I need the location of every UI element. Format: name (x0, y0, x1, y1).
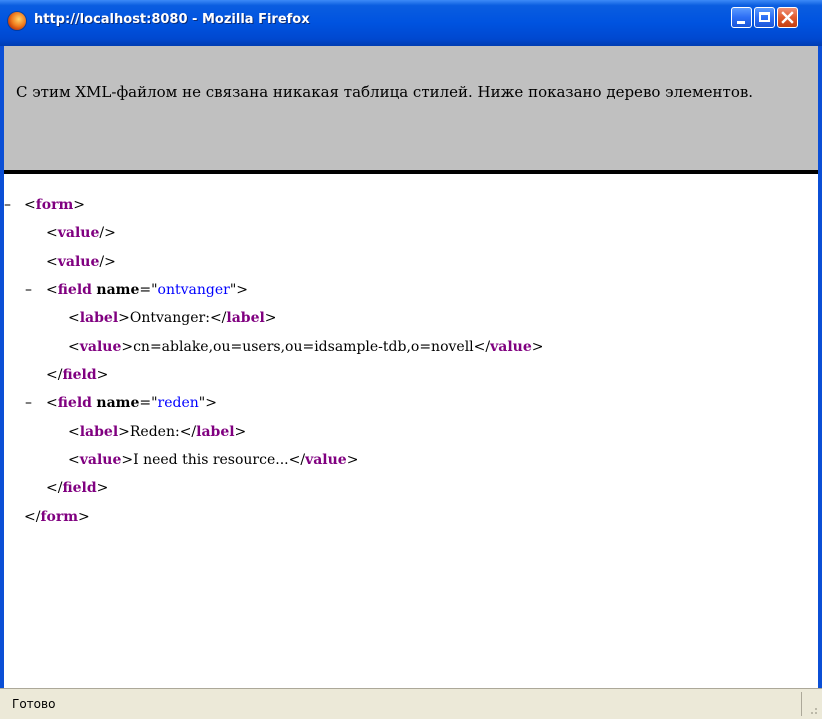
tag-name: value (57, 225, 100, 241)
node-text: Ontvanger: (129, 310, 210, 326)
status-bar: Готово (0, 688, 822, 719)
tag-name: value (57, 254, 100, 270)
xml-info-message: С этим XML-файлом не связана никакая таб… (16, 83, 754, 101)
xml-node-value: <value/> (46, 254, 116, 270)
minimize-icon (737, 21, 745, 24)
tag-name: value (79, 452, 122, 468)
tag-name: value (305, 452, 347, 468)
browser-window: http://localhost:8080 - Mozilla Firefox … (0, 0, 822, 719)
resize-grip-icon[interactable] (806, 703, 818, 715)
status-text: Готово (12, 697, 56, 711)
tag-name: label (79, 310, 119, 326)
maximize-icon (759, 12, 770, 22)
tag-name: label (196, 424, 235, 440)
title-bar[interactable]: http://localhost:8080 - Mozilla Firefox (0, 0, 822, 46)
tag-name: form (35, 197, 74, 213)
xml-node-label: <label>Reden:</label> (68, 424, 247, 440)
collapse-toggle-form[interactable]: – (4, 195, 16, 215)
close-button[interactable] (777, 7, 798, 28)
xml-node-field-close: </field> (46, 480, 109, 496)
node-text: I need this resource... (133, 452, 289, 468)
xml-node-field-close: </field> (46, 367, 109, 383)
attr-name: name (96, 395, 140, 411)
tag-name: field (57, 395, 92, 411)
tag-name: form (40, 509, 79, 525)
node-text: Reden: (129, 424, 180, 440)
tag-name: value (490, 339, 532, 355)
xml-node-value: <value>cn=ablake,ou=users,ou=idsample-td… (68, 339, 544, 355)
xml-node-value: <value>I need this resource...</value> (68, 452, 359, 468)
tag-name: value (79, 339, 122, 355)
xml-node-value: <value/> (46, 225, 116, 241)
xml-info-bar: С этим XML-файлом не связана никакая таб… (4, 46, 818, 170)
window-title: http://localhost:8080 - Mozilla Firefox (34, 12, 310, 27)
tag-name: label (226, 310, 265, 326)
attr-value: reden (157, 395, 199, 411)
collapse-toggle-field[interactable]: – (25, 393, 37, 413)
collapse-toggle-field[interactable]: – (25, 280, 37, 300)
node-text: cn=ablake,ou=users,ou=idsample-tdb,o=nov… (133, 339, 474, 355)
xml-node-label: <label>Ontvanger:</label> (68, 310, 277, 326)
tag-name: field (62, 480, 97, 496)
xml-node-form-close: </form> (24, 509, 90, 525)
maximize-button[interactable] (754, 7, 775, 28)
firefox-icon[interactable] (8, 12, 26, 30)
attr-name: name (96, 282, 140, 298)
attr-value: ontvanger (157, 282, 230, 298)
tag-name: field (62, 367, 97, 383)
tag-name: label (79, 424, 119, 440)
tag-name: field (57, 282, 92, 298)
info-divider (4, 170, 818, 174)
status-divider (801, 692, 802, 716)
close-icon (781, 11, 794, 24)
minimize-button[interactable] (731, 7, 752, 28)
